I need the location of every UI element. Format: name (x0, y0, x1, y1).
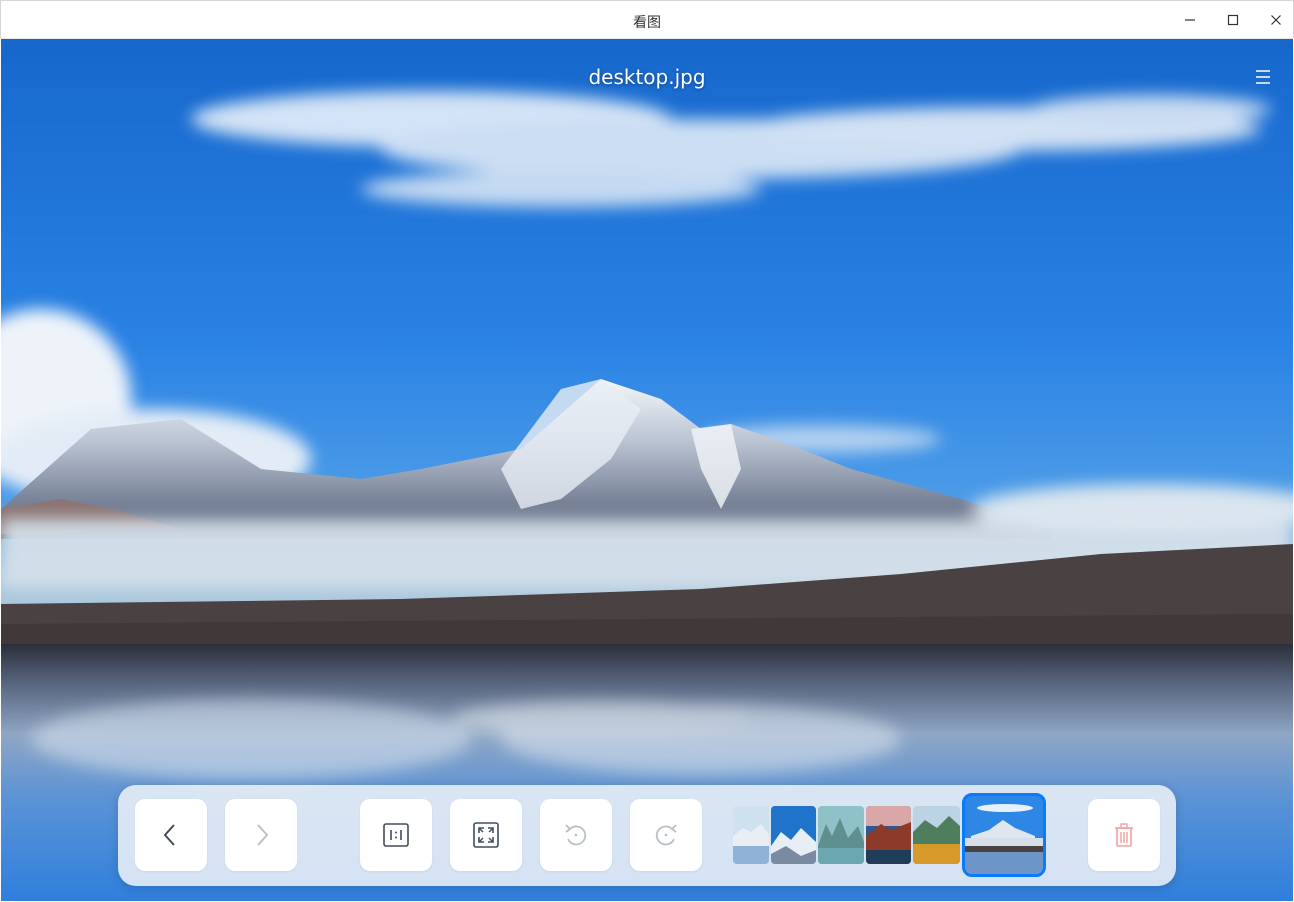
previous-image-button[interactable] (135, 799, 207, 871)
thumbnail-5[interactable] (913, 806, 960, 864)
thumbnail-image (965, 796, 1043, 874)
displayed-image (1, 39, 1293, 901)
one-to-one-icon (383, 823, 409, 847)
thumbnail-3[interactable] (818, 806, 864, 864)
thumbnail-2[interactable] (771, 806, 816, 864)
thumbnail-image (913, 806, 960, 864)
rotate-clockwise-icon (655, 824, 677, 846)
rotate-left-button[interactable] (540, 799, 612, 871)
maximize-button[interactable] (1217, 5, 1249, 35)
thumbnail-image (733, 806, 769, 864)
close-button[interactable] (1260, 5, 1292, 35)
thumbnail-image (771, 806, 816, 864)
chevron-left-icon (163, 824, 175, 846)
hamburger-menu-icon (1256, 70, 1270, 84)
file-name-title: desktop.jpg (588, 65, 706, 89)
thumbnail-image (866, 806, 911, 864)
title-bar: 看图 (0, 0, 1294, 39)
chevron-right-icon (257, 824, 269, 846)
minimize-icon (1185, 19, 1195, 21)
minimize-button[interactable] (1174, 5, 1206, 35)
thumbnail-6-active[interactable] (962, 793, 1046, 877)
fit-to-window-button[interactable] (450, 799, 522, 871)
image-canvas[interactable]: desktop.jpg (1, 39, 1293, 901)
thumbnail-1[interactable] (733, 806, 769, 864)
thumbnail-4[interactable] (866, 806, 911, 864)
close-icon (1271, 15, 1281, 25)
original-size-button[interactable] (360, 799, 432, 871)
rotate-counterclockwise-icon (565, 824, 587, 846)
maximize-icon (1227, 14, 1239, 26)
window-title: 看图 (633, 15, 661, 31)
rotate-right-button[interactable] (630, 799, 702, 871)
thumbnail-image (818, 806, 864, 864)
bottom-toolbar (118, 785, 1176, 886)
trash-icon (1115, 823, 1133, 847)
delete-button[interactable] (1088, 799, 1160, 871)
main-menu-button[interactable] (1253, 67, 1273, 87)
fit-window-icon (473, 822, 499, 848)
next-image-button[interactable] (225, 799, 297, 871)
